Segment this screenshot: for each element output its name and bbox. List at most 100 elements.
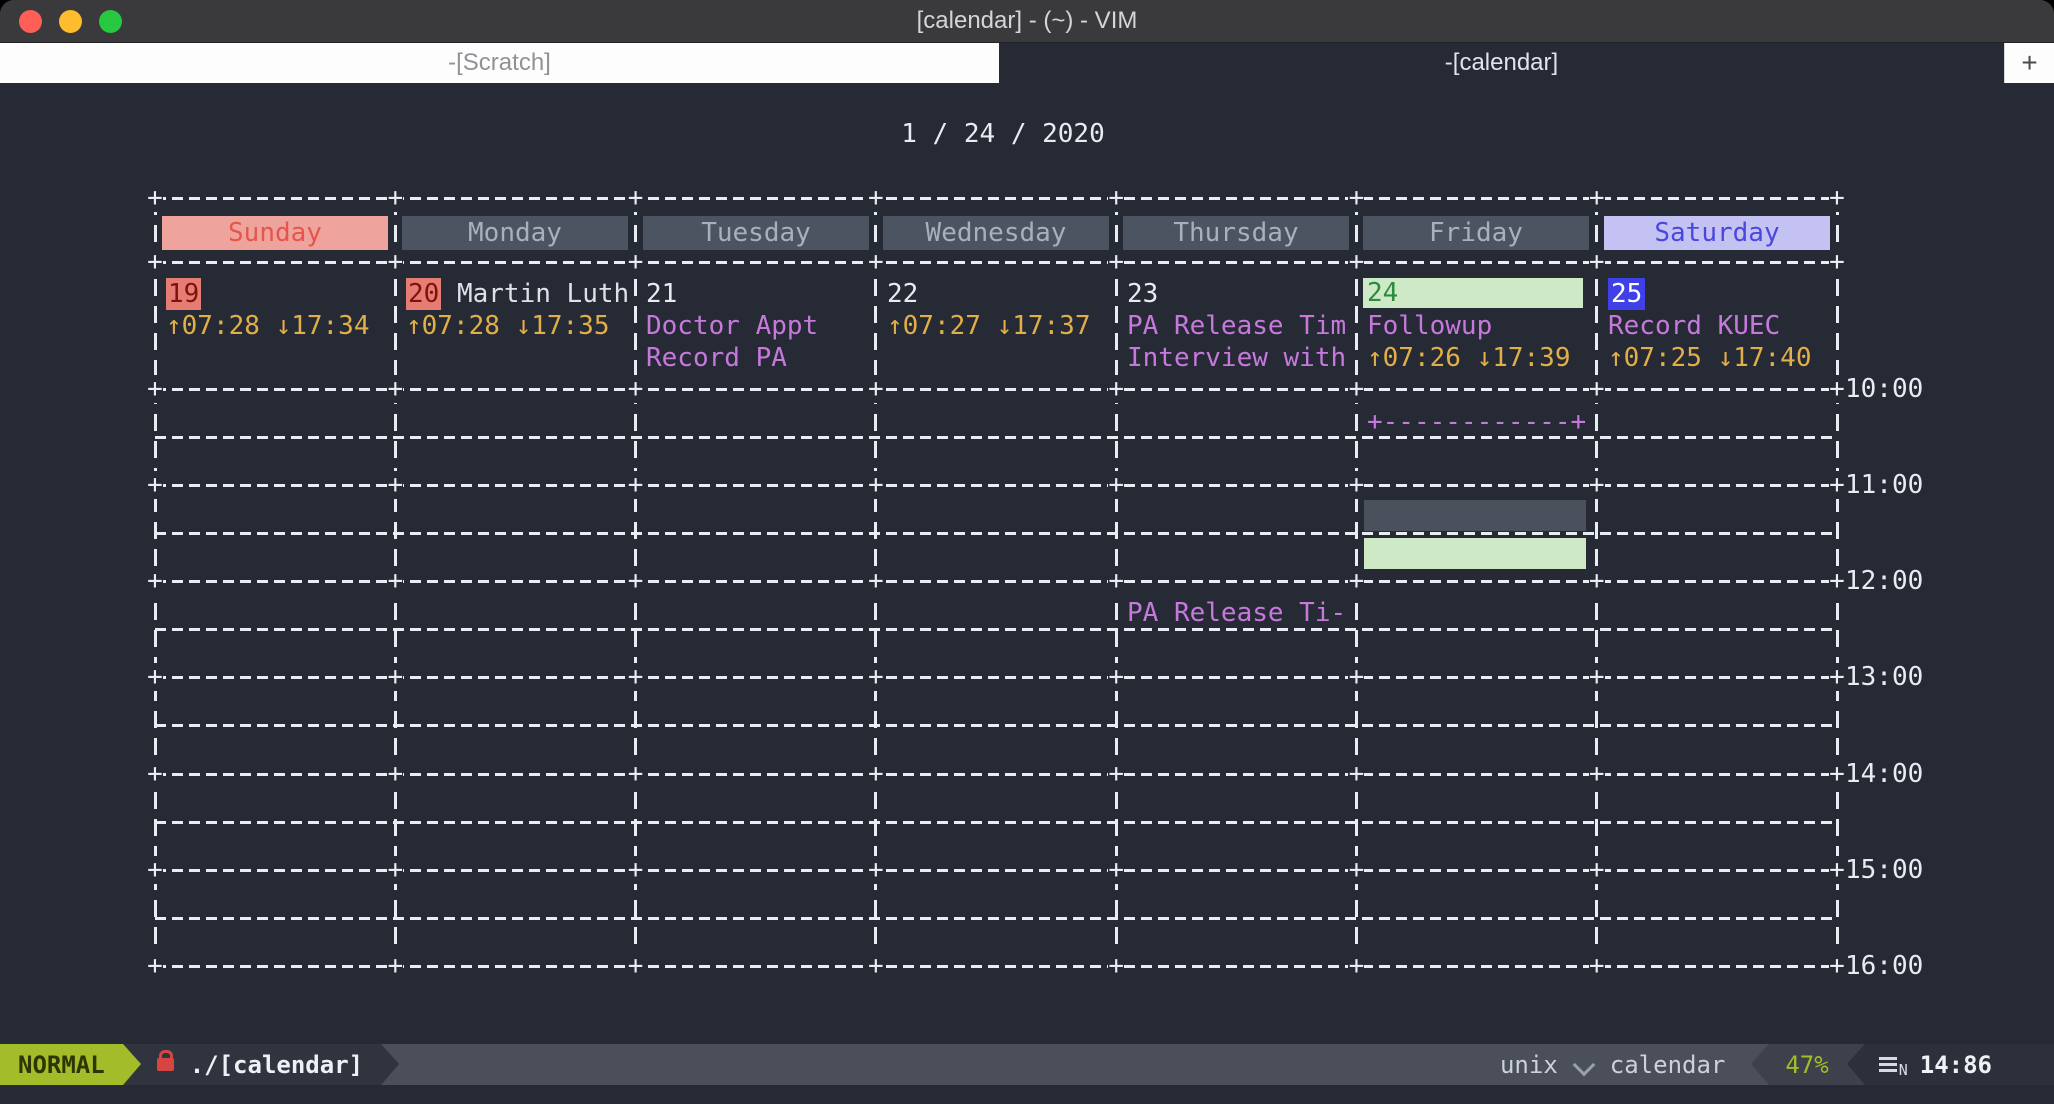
event-label[interactable]: Record KUEC	[1608, 310, 1832, 342]
powerline-arrow-icon	[1751, 1044, 1769, 1085]
grid-hline	[155, 261, 1837, 264]
day-number: 25	[1608, 278, 1645, 310]
statusline: NORMAL ./[calendar] unix calendar 47% N …	[0, 1044, 2054, 1085]
statusline-spacer	[399, 1044, 1500, 1085]
grid-intersection: +	[1348, 952, 1364, 980]
grid-intersection: +	[147, 856, 163, 884]
day-cell-saturday[interactable]: 25 Record KUEC ↑07:25 ↓17:40	[1608, 278, 1832, 374]
event-label[interactable]: Followup	[1367, 310, 1591, 342]
minimize-button[interactable]	[59, 10, 82, 33]
grid-intersection: +	[1348, 760, 1364, 788]
event-label[interactable]: Interview with	[1127, 342, 1351, 374]
sun-times: ↑07:27 ↓17:37	[887, 310, 1111, 342]
day-number: 24	[1367, 278, 1398, 308]
tab-calendar[interactable]: -[calendar]	[999, 43, 2004, 83]
grid-intersection: +	[628, 567, 644, 595]
grid-intersection: +	[147, 760, 163, 788]
grid-intersection: +	[628, 663, 644, 691]
day-header-thursday: Thursday	[1123, 216, 1349, 250]
grid-intersection: +	[868, 952, 884, 980]
grid-intersection: +	[1829, 184, 1845, 212]
day-cell-monday[interactable]: 20 Martin Luth ↑07:28 ↓17:35	[406, 278, 630, 342]
day-cell-friday[interactable]: 24 Followup ↑07:26 ↓17:39	[1367, 278, 1591, 374]
grid-intersection: +	[1589, 471, 1605, 499]
grid-hline	[155, 484, 1837, 487]
grid-intersection: +	[387, 952, 403, 980]
day-header-tuesday: Tuesday	[643, 216, 869, 250]
grid-intersection: +	[147, 375, 163, 403]
position-segment: N 14:86	[1865, 1044, 2054, 1085]
time-label: 13:00	[1845, 661, 1923, 693]
grid-hline	[155, 580, 1837, 583]
event-label[interactable]: Record PA	[646, 342, 870, 374]
titlebar: [calendar] - (~) - VIM	[0, 0, 2054, 43]
grid-intersection: +	[1348, 856, 1364, 884]
grid-intersection: +	[1589, 375, 1605, 403]
grid-intersection: +	[1348, 663, 1364, 691]
grid-hline	[155, 388, 1837, 391]
mode-indicator: NORMAL	[0, 1044, 123, 1085]
grid-hline	[155, 773, 1837, 776]
grid-intersection: +	[147, 184, 163, 212]
sun-times: ↑07:25 ↓17:40	[1608, 342, 1832, 374]
grid-intersection: +	[1108, 184, 1124, 212]
grid-halfhour-line	[155, 532, 1837, 535]
scroll-segment: 47%	[1769, 1044, 1864, 1085]
zoom-button[interactable]	[99, 10, 122, 33]
powerline-arrow-icon	[123, 1044, 141, 1085]
grid-intersection: +	[628, 471, 644, 499]
fileformat: unix	[1500, 1044, 1558, 1085]
day-cell-thursday[interactable]: 23 PA Release Tim Interview with	[1127, 278, 1351, 374]
day-number: 19	[166, 278, 201, 310]
day-cell-tuesday[interactable]: 21 Doctor Appt Record PA	[646, 278, 870, 374]
day-header-saturday: Saturday	[1604, 216, 1830, 250]
line-symbol: N	[1899, 1061, 1908, 1079]
day-cell-wednesday[interactable]: 22 ↑07:27 ↓17:37	[887, 278, 1111, 342]
close-button[interactable]	[19, 10, 42, 33]
grid-intersection: +	[147, 248, 163, 276]
event-label[interactable]: PA Release Tim	[1127, 310, 1351, 342]
day-header-friday: Friday	[1363, 216, 1589, 250]
grid-intersection: +	[628, 760, 644, 788]
day-header-monday: Monday	[402, 216, 628, 250]
overflow-event-label[interactable]: PA Release Ti-	[1127, 597, 1346, 629]
grid-intersection: +	[1589, 856, 1605, 884]
vim-buffer: 1 / 24 / 2020 Sunday Monday Tuesday Wedn…	[0, 83, 2054, 1044]
event-block-gray[interactable]	[1364, 500, 1586, 531]
day-cell-sunday[interactable]: 19 ↑07:28 ↓17:34	[166, 278, 390, 342]
grid-intersection: +	[1348, 184, 1364, 212]
grid-halfhour-line	[155, 628, 1837, 631]
mode-label: NORMAL	[18, 1051, 105, 1079]
grid-intersection: +	[1589, 567, 1605, 595]
event-box-border: +------------+	[1367, 406, 1586, 438]
grid-intersection: +	[1829, 471, 1845, 499]
grid-hline	[155, 676, 1837, 679]
time-label: 16:00	[1845, 950, 1923, 982]
event-label[interactable]: Doctor Appt	[646, 310, 870, 342]
scroll-percent: 47%	[1785, 1051, 1828, 1079]
grid-intersection: +	[1108, 471, 1124, 499]
holiday-label: Martin Luth	[441, 279, 629, 309]
day-number: 21	[646, 278, 677, 310]
lock-icon	[157, 1058, 174, 1071]
time-label: 14:00	[1845, 758, 1923, 790]
grid-intersection: +	[387, 375, 403, 403]
event-block-green[interactable]	[1364, 538, 1586, 569]
grid-intersection: +	[1829, 760, 1845, 788]
tab-scratch[interactable]: -[Scratch]	[0, 43, 999, 83]
grid-halfhour-line	[155, 917, 1837, 920]
powerline-arrow-icon	[381, 1044, 399, 1085]
grid-hline	[155, 197, 1837, 200]
grid-intersection: +	[1829, 567, 1845, 595]
tab-bar: -[Scratch] -[calendar] +	[0, 43, 2054, 83]
grid-intersection: +	[1829, 375, 1845, 403]
grid-intersection: +	[868, 856, 884, 884]
grid-intersection: +	[628, 248, 644, 276]
grid-intersection: +	[1589, 760, 1605, 788]
new-tab-button[interactable]: +	[2004, 43, 2054, 83]
grid-intersection: +	[147, 663, 163, 691]
grid-intersection: +	[1108, 248, 1124, 276]
grid-hline	[155, 965, 1837, 968]
grid-intersection: +	[1829, 248, 1845, 276]
traffic-lights	[19, 0, 122, 42]
